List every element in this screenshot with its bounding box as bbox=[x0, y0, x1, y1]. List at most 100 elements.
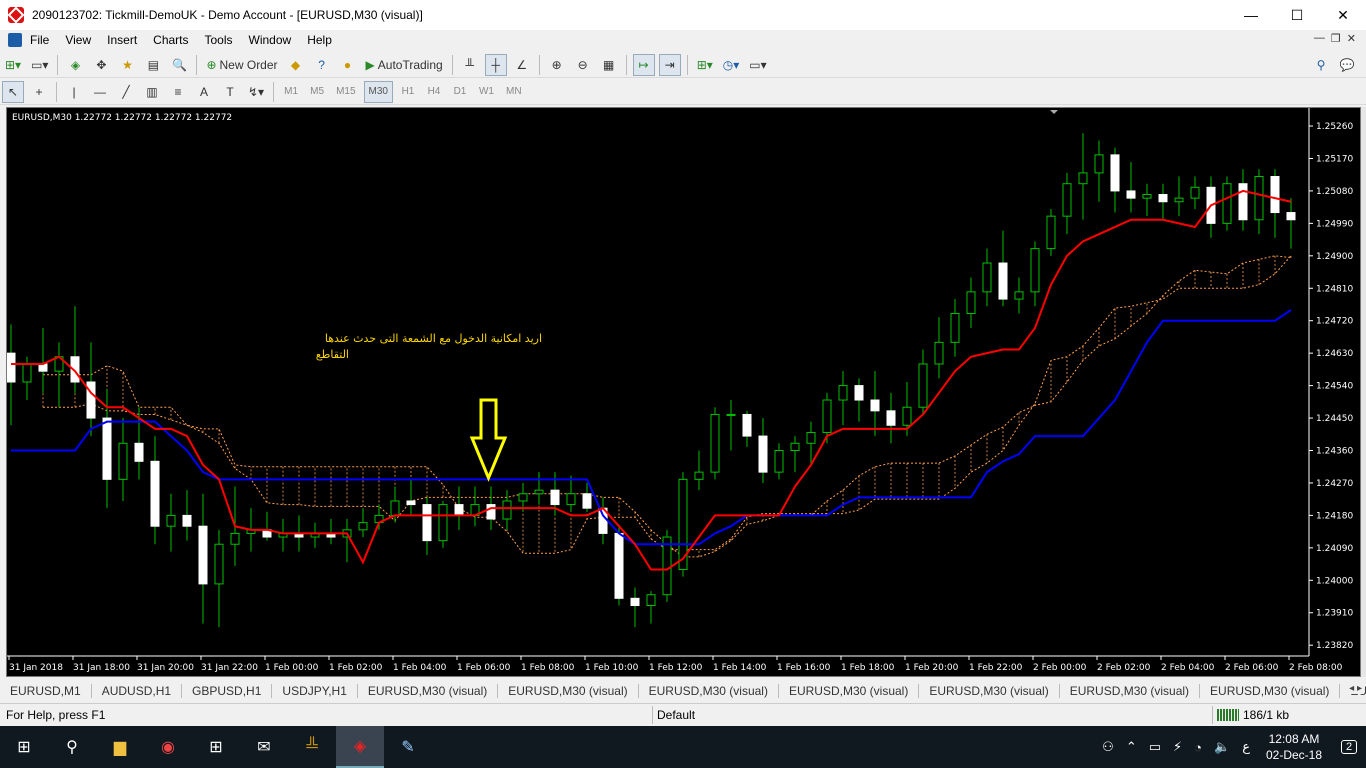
menu-window[interactable]: Window bbox=[241, 33, 300, 47]
text-label-icon[interactable]: T bbox=[219, 81, 241, 103]
timeframe-m30[interactable]: M30 bbox=[363, 80, 393, 103]
menu-view[interactable]: View bbox=[57, 33, 99, 47]
time-tick-label: 31 Jan 18:00 bbox=[73, 663, 130, 673]
profiles-icon[interactable]: ▭▾ bbox=[28, 54, 51, 76]
clock-time: 12:08 AM bbox=[1268, 732, 1320, 746]
periods-icon[interactable]: ◷▾ bbox=[720, 54, 743, 76]
store-icon[interactable]: ⊞ bbox=[192, 726, 240, 768]
chart-shift-marker[interactable] bbox=[1050, 110, 1058, 114]
new-chart-icon[interactable]: ⊞▾ bbox=[2, 54, 24, 76]
arrows-icon[interactable]: ↯▾ bbox=[245, 81, 267, 103]
price-chart[interactable]: 1.25260 1.25170 1.25080 1.24990 1.24900 1.248… bbox=[6, 107, 1361, 677]
tab-scroll-arrows-icon[interactable]: ◂ ▸ bbox=[1347, 683, 1364, 694]
data-window-icon[interactable]: ✥ bbox=[90, 54, 112, 76]
mdi-minimize-icon[interactable]: — bbox=[1314, 32, 1325, 45]
battery-icon[interactable]: ▭ bbox=[1143, 739, 1167, 755]
signals-icon[interactable]: ● bbox=[337, 54, 359, 76]
windows-start-icon[interactable]: ⊞ bbox=[0, 726, 48, 768]
language-indicator[interactable]: ع bbox=[1236, 739, 1256, 755]
cursor-icon[interactable]: ↖ bbox=[2, 80, 24, 103]
mdi-restore-icon[interactable]: ❐ bbox=[1331, 32, 1341, 45]
document-icon[interactable] bbox=[8, 33, 22, 47]
horizontal-line-icon[interactable]: — bbox=[89, 81, 111, 103]
system-clock[interactable]: 12:08 AM 02-Dec-18 bbox=[1256, 731, 1332, 763]
notification-icon[interactable]: 2 bbox=[1332, 740, 1366, 754]
tab-gbpusd-h1[interactable]: GBPUSD,H1 bbox=[182, 684, 273, 698]
new-order-button[interactable]: ⊕ New Order bbox=[203, 54, 280, 76]
timeframe-m5[interactable]: M5 bbox=[306, 81, 328, 103]
paint-icon[interactable]: ✎ bbox=[384, 726, 432, 768]
zoom-out-icon[interactable]: ⊖ bbox=[572, 54, 594, 76]
chat-icon[interactable]: 💬 bbox=[1336, 54, 1358, 76]
bar-chart-icon[interactable]: ╨ bbox=[459, 54, 481, 76]
timeframe-m1[interactable]: M1 bbox=[280, 81, 302, 103]
search-icon[interactable]: ⚲ bbox=[48, 726, 96, 768]
chart-canvas[interactable]: 1.25260 1.25170 1.25080 1.24990 1.24900 1.248… bbox=[6, 108, 1360, 676]
toolbar-divider bbox=[57, 54, 59, 75]
strategy-tester-icon[interactable]: 🔍 bbox=[168, 54, 190, 76]
candle-body bbox=[758, 435, 768, 473]
timeframe-w1[interactable]: W1 bbox=[475, 81, 498, 103]
candle-body bbox=[838, 385, 848, 401]
tab-eurusd-m30-visual[interactable]: EURUSD,M30 (visual) bbox=[779, 684, 920, 698]
chrome-icon[interactable]: ◉ bbox=[144, 726, 192, 768]
chart-shift-icon[interactable]: ⇥ bbox=[658, 53, 681, 76]
tab-eurusd-m1[interactable]: EURUSD,M1 bbox=[0, 684, 92, 698]
tab-eurusd-m30-visual[interactable]: EURUSD,M30 (visual) bbox=[1060, 684, 1201, 698]
menu-charts[interactable]: Charts bbox=[145, 33, 196, 47]
zoom-in-icon[interactable]: ⊕ bbox=[546, 54, 568, 76]
equidistant-channel-icon[interactable]: ▥ bbox=[141, 81, 163, 103]
metatrader-icon[interactable]: ◈ bbox=[336, 726, 384, 768]
auto-scroll-icon[interactable]: ↦ bbox=[632, 53, 655, 76]
candlestick-icon[interactable]: ┼ bbox=[484, 53, 507, 76]
templates-icon[interactable]: ▭▾ bbox=[746, 54, 769, 76]
timeframe-m15[interactable]: M15 bbox=[332, 81, 359, 103]
volume-icon[interactable]: 🔈 bbox=[1208, 739, 1236, 755]
file-explorer-icon[interactable]: ▆ bbox=[96, 726, 144, 768]
tab-eurusd-m30-visual[interactable]: EURUSD,M30 (visual) bbox=[639, 684, 779, 698]
menu-help[interactable]: Help bbox=[299, 33, 340, 47]
trading-app-icon[interactable]: ╩ bbox=[288, 726, 336, 768]
help-icon[interactable]: ? bbox=[311, 54, 333, 76]
timeframe-h4[interactable]: H4 bbox=[423, 81, 445, 103]
indicators-icon[interactable]: ⊞▾ bbox=[694, 54, 716, 76]
market-watch-icon[interactable]: ◈ bbox=[64, 54, 86, 76]
tab-eurusd-m30-visual[interactable]: EURUSD,M30 (visual) bbox=[358, 684, 499, 698]
maximize-button[interactable]: ☐ bbox=[1274, 0, 1320, 30]
minimize-button[interactable]: — bbox=[1228, 0, 1274, 30]
navigator-icon[interactable]: ★ bbox=[116, 54, 138, 76]
menu-file[interactable]: File bbox=[22, 33, 57, 47]
search-icon[interactable]: ⚲ bbox=[1310, 54, 1332, 76]
autotrading-button[interactable]: ▶ AutoTrading bbox=[363, 54, 446, 76]
window-scrollbar[interactable] bbox=[1361, 107, 1366, 677]
vertical-line-icon[interactable]: | bbox=[63, 81, 85, 103]
text-icon[interactable]: A bbox=[193, 81, 215, 103]
line-chart-icon[interactable]: ∠ bbox=[511, 54, 533, 76]
meta-editor-icon[interactable]: ◆ bbox=[285, 54, 307, 76]
candle-body bbox=[534, 489, 544, 495]
close-button[interactable]: ✕ bbox=[1320, 0, 1366, 30]
trend-line-icon[interactable]: ╱ bbox=[115, 81, 137, 103]
tab-eurusd-m30-visual[interactable]: EURUSD,M30 (visual) bbox=[1200, 684, 1341, 698]
people-icon[interactable]: ⚇ bbox=[1096, 739, 1120, 755]
tab-eurusd-m30-visual[interactable]: EURUSD,M30 (visual) bbox=[498, 684, 639, 698]
timeframe-mn[interactable]: MN bbox=[502, 81, 526, 103]
tab-eurusd-m30-visual[interactable]: EURUSD,M30 (visual) bbox=[919, 684, 1060, 698]
mail-icon[interactable]: ✉ bbox=[240, 726, 288, 768]
mdi-close-icon[interactable]: ✕ bbox=[1347, 32, 1356, 45]
chevron-up-icon[interactable]: ⌃ bbox=[1120, 739, 1143, 755]
tab-usdjpy-h1[interactable]: USDJPY,H1 bbox=[272, 684, 358, 698]
toolbar-divider bbox=[56, 81, 57, 102]
menu-tools[interactable]: Tools bbox=[197, 33, 241, 47]
terminal-icon[interactable]: ▤ bbox=[142, 54, 164, 76]
tile-windows-icon[interactable]: ▦ bbox=[598, 54, 620, 76]
tab-audusd-h1[interactable]: AUDUSD,H1 bbox=[92, 684, 183, 698]
timeframe-d1[interactable]: D1 bbox=[449, 81, 471, 103]
timeframe-h1[interactable]: H1 bbox=[397, 81, 419, 103]
fibonacci-icon[interactable]: ≡ bbox=[167, 81, 189, 103]
wifi-icon[interactable]: ◔ bbox=[1188, 740, 1208, 755]
menu-insert[interactable]: Insert bbox=[99, 33, 145, 47]
autotrading-icon: ▶ bbox=[365, 57, 375, 72]
power-icon[interactable]: ⚡ bbox=[1167, 739, 1188, 755]
crosshair-icon[interactable]: + bbox=[28, 81, 50, 103]
